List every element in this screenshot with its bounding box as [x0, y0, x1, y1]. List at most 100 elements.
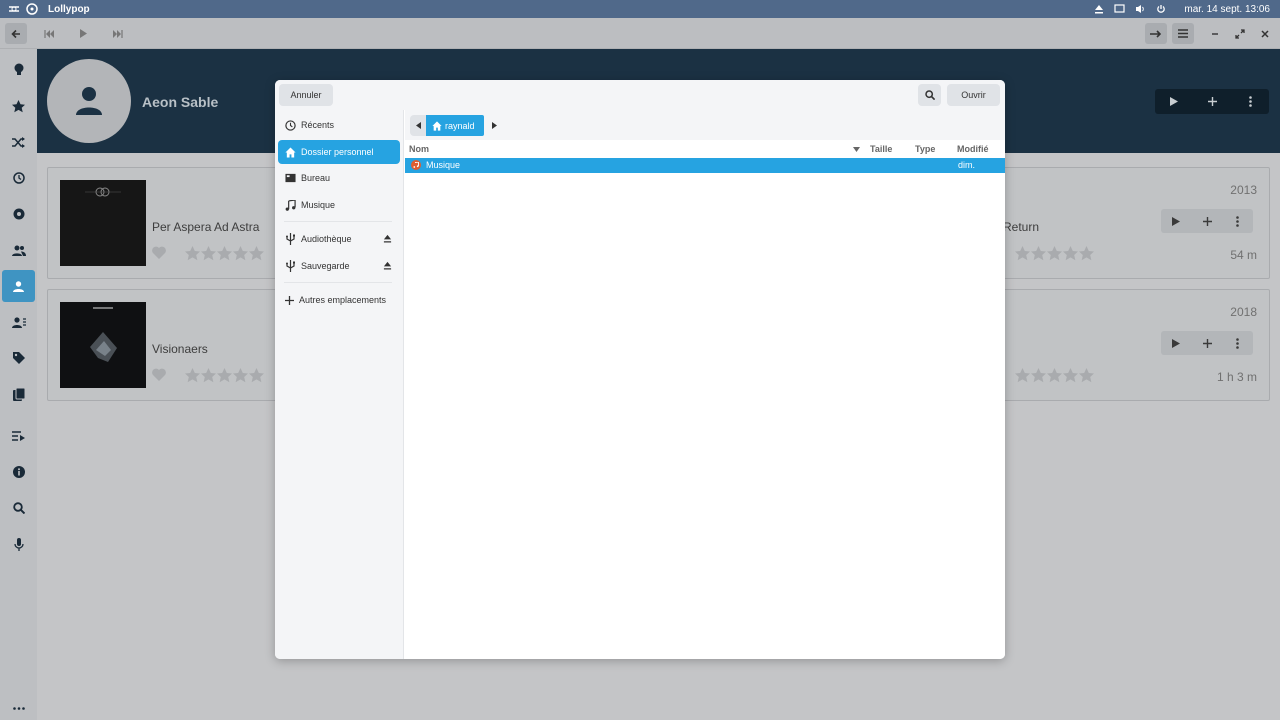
- eject-icon[interactable]: [1094, 4, 1104, 14]
- datetime[interactable]: mar. 14 sept. 13:06: [1184, 4, 1270, 15]
- music-icon: [285, 199, 296, 211]
- star-icon[interactable]: [1079, 368, 1094, 383]
- star-icon[interactable]: [1015, 246, 1030, 261]
- star-icon[interactable]: [249, 368, 264, 383]
- sidebar-item-more[interactable]: [2, 692, 35, 720]
- plus-icon: [285, 295, 294, 305]
- power-icon[interactable]: [1156, 4, 1166, 14]
- sidebar-item-voice[interactable]: [2, 528, 35, 560]
- place-label: Autres emplacements: [299, 295, 387, 305]
- rating-stars-right[interactable]: [1015, 246, 1094, 261]
- play-icon: [1172, 338, 1181, 348]
- star-icon[interactable]: [233, 368, 248, 383]
- sidebar-item-artists[interactable]: [2, 234, 35, 266]
- path-crumb-home[interactable]: raynald: [426, 115, 484, 136]
- album-title[interactable]: Per Aspera Ad Astra: [152, 220, 259, 234]
- album-duration: 54 m: [1230, 248, 1257, 262]
- album-cover[interactable]: [60, 302, 146, 388]
- place-desktop[interactable]: Bureau: [278, 166, 400, 190]
- star-icon[interactable]: [1063, 246, 1078, 261]
- place-recents[interactable]: Récents: [278, 113, 400, 137]
- place-other-locations[interactable]: Autres emplacements: [278, 288, 400, 312]
- heart-icon[interactable]: [152, 246, 166, 259]
- place-home[interactable]: Dossier personnel: [278, 140, 400, 164]
- path-forward-button[interactable]: [488, 115, 500, 136]
- display-icon[interactable]: [1114, 4, 1125, 14]
- main-menu-button[interactable]: [1172, 23, 1194, 44]
- sidebar-item-radios[interactable]: [2, 198, 35, 230]
- album-menu-button[interactable]: [1222, 209, 1253, 233]
- star-icon[interactable]: [1031, 246, 1046, 261]
- artist-menu-button[interactable]: [1231, 89, 1269, 114]
- play-button[interactable]: [72, 23, 94, 44]
- sidebar-item-info[interactable]: [2, 456, 35, 488]
- album-menu-button[interactable]: [1222, 331, 1253, 355]
- play-album-button[interactable]: [1161, 209, 1192, 233]
- add-artist-button[interactable]: [1193, 89, 1231, 114]
- star-icon[interactable]: [185, 368, 200, 383]
- column-name[interactable]: Nom: [409, 144, 429, 154]
- place-audiotheque[interactable]: Audiothèque: [278, 227, 400, 251]
- search-button[interactable]: [918, 84, 941, 106]
- star-icon[interactable]: [201, 246, 216, 261]
- app-name[interactable]: Lollypop: [48, 4, 90, 15]
- sidebar-item-search[interactable]: [2, 492, 35, 524]
- album-cover[interactable]: [60, 180, 146, 266]
- heart-icon[interactable]: [152, 368, 166, 381]
- star-icon[interactable]: [249, 246, 264, 261]
- add-album-button[interactable]: [1192, 209, 1223, 233]
- eject-icon[interactable]: [383, 261, 392, 270]
- sidebar-item-shuffle[interactable]: [2, 126, 35, 158]
- sort-down-icon[interactable]: [853, 147, 860, 152]
- star-icon[interactable]: [1047, 246, 1062, 261]
- place-sauvegarde[interactable]: Sauvegarde: [278, 254, 400, 278]
- next-button[interactable]: [106, 23, 128, 44]
- place-music[interactable]: Musique: [278, 193, 400, 217]
- sidebar-item-compilations[interactable]: [2, 306, 35, 338]
- usb-icon: [286, 260, 295, 272]
- open-button[interactable]: Ouvrir: [947, 84, 1000, 106]
- file-modified: dim.: [958, 160, 976, 170]
- sidebar-item-artist[interactable]: [2, 270, 35, 302]
- maximize-button[interactable]: [1229, 23, 1251, 44]
- eject-icon[interactable]: [383, 234, 392, 243]
- back-button[interactable]: [5, 23, 27, 44]
- cancel-button[interactable]: Annuler: [279, 84, 333, 106]
- path-back-button[interactable]: [410, 115, 426, 136]
- sidebar-item-queue[interactable]: [2, 420, 35, 452]
- album-title[interactable]: Visionaers: [152, 342, 208, 356]
- column-type[interactable]: Type: [915, 144, 935, 154]
- sidebar-item-recent[interactable]: [2, 162, 35, 194]
- activities-icon[interactable]: [8, 3, 20, 15]
- previous-button[interactable]: [38, 23, 60, 44]
- sidebar-item-suggestions[interactable]: [2, 54, 35, 86]
- sidebar-item-genres[interactable]: [2, 342, 35, 374]
- sidebar-item-favorites[interactable]: [2, 90, 35, 122]
- file-row[interactable]: Musique dim.: [405, 158, 1005, 173]
- star-icon[interactable]: [185, 246, 200, 261]
- add-album-button[interactable]: [1192, 331, 1223, 355]
- star-icon[interactable]: [201, 368, 216, 383]
- star-icon[interactable]: [1047, 368, 1062, 383]
- close-button[interactable]: [1254, 23, 1276, 44]
- album-year: 2013: [1230, 183, 1257, 197]
- sidebar-item-playlists[interactable]: [2, 378, 35, 410]
- rating-stars-right[interactable]: [1015, 368, 1094, 383]
- star-icon[interactable]: [1063, 368, 1078, 383]
- star-icon[interactable]: [233, 246, 248, 261]
- play-album-button[interactable]: [1161, 331, 1192, 355]
- play-artist-button[interactable]: [1155, 89, 1193, 114]
- star-icon[interactable]: [1079, 246, 1094, 261]
- place-label: Musique: [301, 200, 336, 210]
- star-icon[interactable]: [217, 368, 232, 383]
- arrow-right-button[interactable]: [1145, 23, 1167, 44]
- rating-stars[interactable]: [185, 368, 264, 383]
- star-icon[interactable]: [1015, 368, 1030, 383]
- minimize-button[interactable]: [1204, 23, 1226, 44]
- column-modified[interactable]: Modifié: [957, 144, 989, 154]
- volume-icon[interactable]: [1135, 4, 1146, 14]
- star-icon[interactable]: [217, 246, 232, 261]
- column-size[interactable]: Taille: [870, 144, 892, 154]
- star-icon[interactable]: [1031, 368, 1046, 383]
- rating-stars[interactable]: [185, 246, 264, 261]
